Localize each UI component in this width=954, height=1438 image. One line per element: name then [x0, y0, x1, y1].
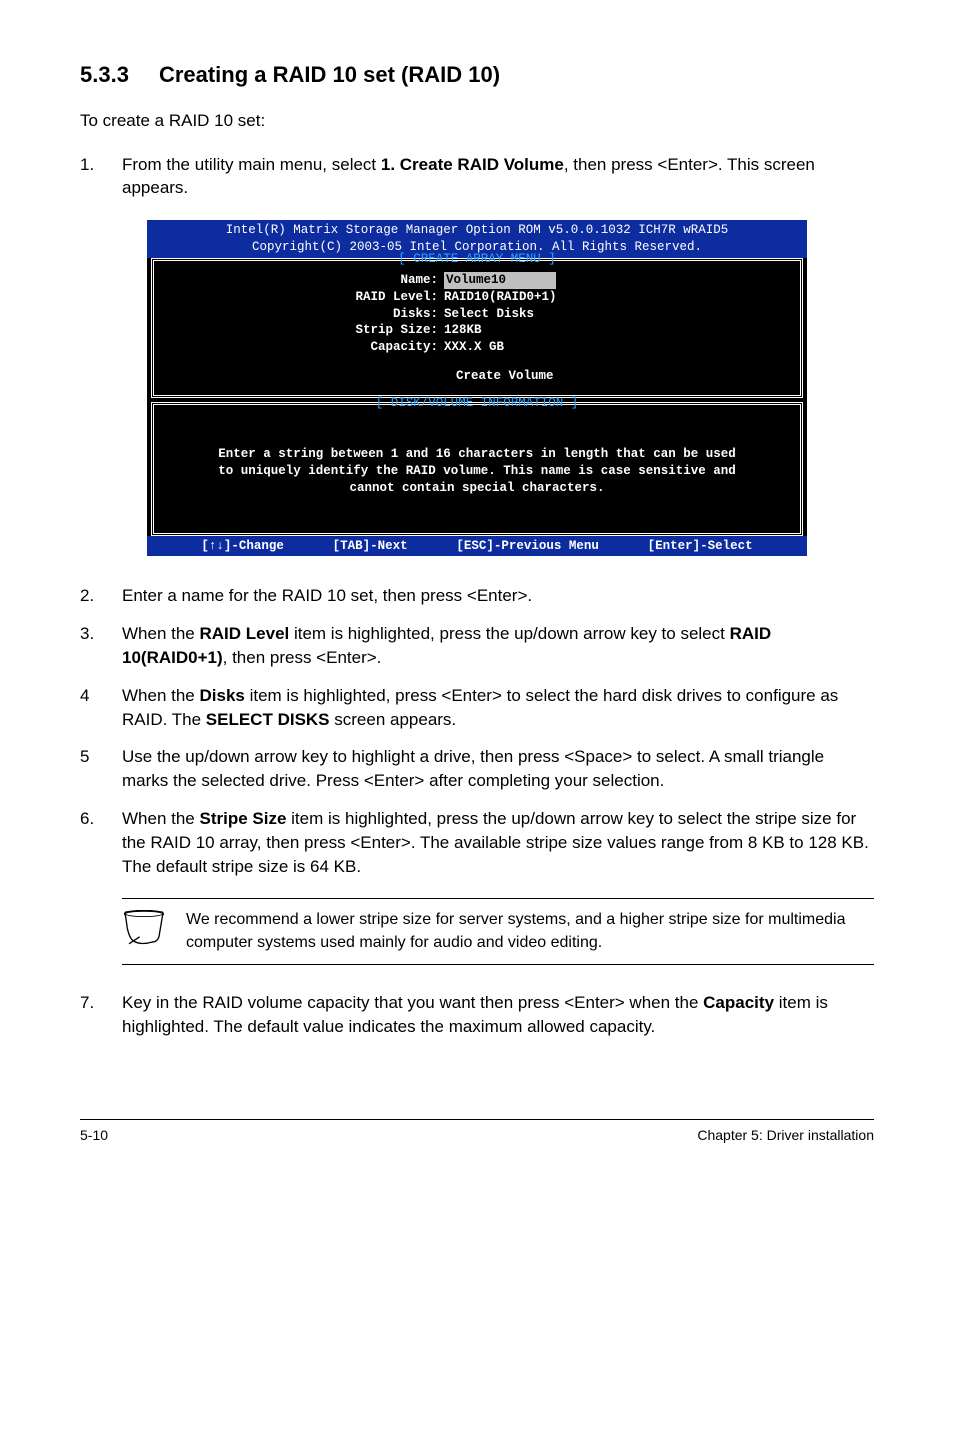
page-number: 5-10 [80, 1126, 108, 1146]
step-5: 5 Use the up/down arrow key to highlight… [80, 745, 874, 793]
step-number: 4 [80, 684, 122, 732]
section-heading: 5.3.3 Creating a RAID 10 set (RAID 10) [80, 60, 874, 91]
step-4: 4 When the Disks item is highlighted, pr… [80, 684, 874, 732]
note-box: We recommend a lower stripe size for ser… [122, 898, 874, 965]
name-label: Name: [224, 272, 444, 289]
hint-next: [TAB]-Next [333, 538, 408, 555]
disks-value: Select Disks [444, 306, 534, 323]
step-number: 7. [80, 991, 122, 1039]
note-text: We recommend a lower stripe size for ser… [186, 909, 874, 954]
section-number: 5.3.3 [80, 62, 129, 87]
step-number: 6. [80, 807, 122, 878]
section-title: Creating a RAID 10 set (RAID 10) [159, 62, 500, 87]
step-6: 6. When the Stripe Size item is highligh… [80, 807, 874, 878]
capacity-label: Capacity: [224, 339, 444, 356]
create-volume-action: Create Volume [456, 368, 790, 385]
strip-size-value: 128KB [444, 322, 482, 339]
intro-text: To create a RAID 10 set: [80, 109, 874, 133]
name-value: Volume10 [444, 272, 556, 289]
hint-select: [Enter]-Select [648, 538, 753, 555]
step-text: From the utility main menu, select 1. Cr… [122, 153, 874, 201]
step-text: Use the up/down arrow key to highlight a… [122, 745, 874, 793]
bios-title-line1: Intel(R) Matrix Storage Manager Option R… [151, 222, 803, 239]
disks-label: Disks: [224, 306, 444, 323]
info-text: Enter a string between 1 and 16 characte… [164, 446, 790, 497]
strip-size-label: Strip Size: [224, 322, 444, 339]
panel-title: [ CREATE ARRAY MENU ] [164, 251, 790, 268]
panel-title: [ DISK/VOLUME INFORMATION ] [164, 395, 790, 412]
step-text: When the RAID Level item is highlighted,… [122, 622, 874, 670]
step-number: 5 [80, 745, 122, 793]
create-array-panel: [ CREATE ARRAY MENU ] Name:Volume10 RAID… [151, 258, 803, 398]
step-text: When the Stripe Size item is highlighted… [122, 807, 874, 878]
step-number: 1. [80, 153, 122, 201]
step-text: When the Disks item is highlighted, pres… [122, 684, 874, 732]
chapter-label: Chapter 5: Driver installation [697, 1126, 874, 1146]
hint-change: [↑↓]-Change [201, 538, 284, 555]
step-3: 3. When the RAID Level item is highlight… [80, 622, 874, 670]
step-number: 3. [80, 622, 122, 670]
step-1: 1. From the utility main menu, select 1.… [80, 153, 874, 201]
raid-level-label: RAID Level: [224, 289, 444, 306]
bios-screenshot: Intel(R) Matrix Storage Manager Option R… [147, 220, 807, 556]
capacity-value: XXX.X GB [444, 339, 504, 356]
step-7: 7. Key in the RAID volume capacity that … [80, 991, 874, 1039]
note-icon [122, 910, 166, 953]
step-2: 2. Enter a name for the RAID 10 set, the… [80, 584, 874, 608]
bios-footer: [↑↓]-Change [TAB]-Next [ESC]-Previous Me… [147, 536, 807, 557]
step-number: 2. [80, 584, 122, 608]
raid-level-value: RAID10(RAID0+1) [444, 289, 557, 306]
disk-volume-info-panel: [ DISK/VOLUME INFORMATION ] Enter a stri… [151, 402, 803, 536]
page-footer: 5-10 Chapter 5: Driver installation [80, 1119, 874, 1146]
hint-prev: [ESC]-Previous Menu [456, 538, 599, 555]
bios-body: [ CREATE ARRAY MENU ] Name:Volume10 RAID… [147, 258, 807, 536]
step-text: Enter a name for the RAID 10 set, then p… [122, 584, 874, 608]
step-text: Key in the RAID volume capacity that you… [122, 991, 874, 1039]
